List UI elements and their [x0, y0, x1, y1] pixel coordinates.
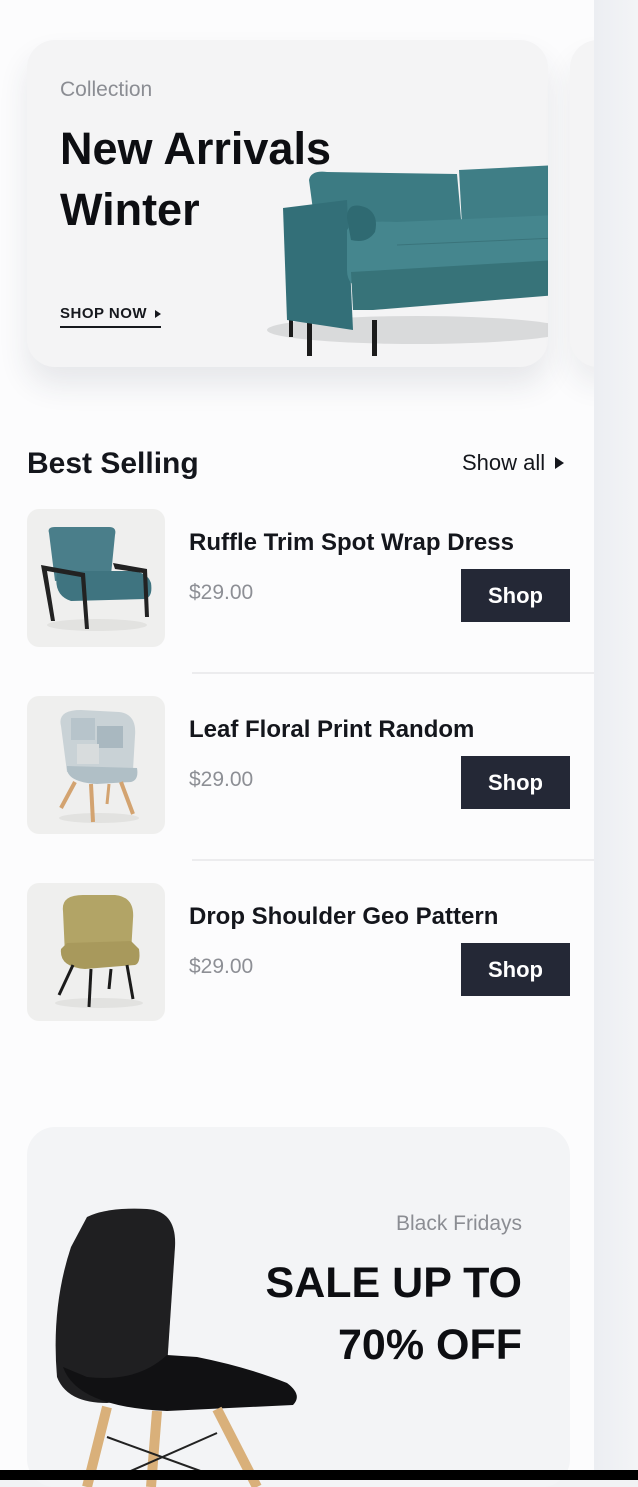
sofa-image — [267, 165, 548, 356]
olive-armchair-image — [55, 895, 143, 1008]
product-price: $29.00 — [189, 955, 254, 978]
product-row[interactable]: Leaf Floral Print Random $29.00 Shop — [27, 696, 594, 836]
shop-button[interactable]: Shop — [461, 756, 570, 809]
screen: Collection New Arrivals Winter SHOP NOW … — [0, 0, 630, 1487]
show-all-link[interactable]: Show all — [462, 450, 565, 476]
product-name: Ruffle Trim Spot Wrap Dress — [189, 529, 514, 556]
promo-title: SALE UP TO 70% OFF — [265, 1259, 522, 1369]
shop-button[interactable]: Shop — [461, 943, 570, 996]
promo-eyebrow: Black Fridays — [395, 1212, 522, 1235]
product-row[interactable]: Ruffle Trim Spot Wrap Dress $29.00 Shop — [27, 509, 594, 649]
section-title-best-selling: Best Selling — [27, 447, 199, 480]
product-thumbnail — [27, 696, 165, 834]
product-price: $29.00 — [189, 768, 254, 791]
product-price: $29.00 — [189, 581, 254, 604]
promo-banner[interactable]: Black Fridays SALE UP TO 70% OFF — [27, 1127, 570, 1487]
hero-eyebrow: Collection — [60, 78, 153, 101]
hero-banner[interactable]: Collection New Arrivals Winter SHOP NOW — [27, 40, 548, 367]
teal-armchair-image — [41, 527, 152, 631]
patchwork-chair-image — [59, 710, 139, 823]
product-name: Leaf Floral Print Random — [189, 716, 475, 743]
divider — [192, 672, 594, 674]
divider — [192, 859, 594, 861]
product-name: Drop Shoulder Geo Pattern — [189, 903, 499, 930]
product-row[interactable]: Drop Shoulder Geo Pattern $29.00 Shop — [27, 883, 594, 1023]
shop-button[interactable]: Shop — [461, 569, 570, 622]
product-thumbnail — [27, 883, 165, 1021]
product-thumbnail — [27, 509, 165, 647]
play-arrow-icon — [555, 457, 565, 469]
show-all-label: Show all — [462, 450, 546, 475]
play-arrow-icon — [155, 309, 162, 318]
shop-now-link[interactable]: SHOP NOW — [60, 305, 162, 328]
next-screen-edge — [594, 0, 638, 1480]
bottom-edge — [0, 1470, 638, 1480]
shop-now-label: SHOP NOW — [60, 305, 148, 322]
